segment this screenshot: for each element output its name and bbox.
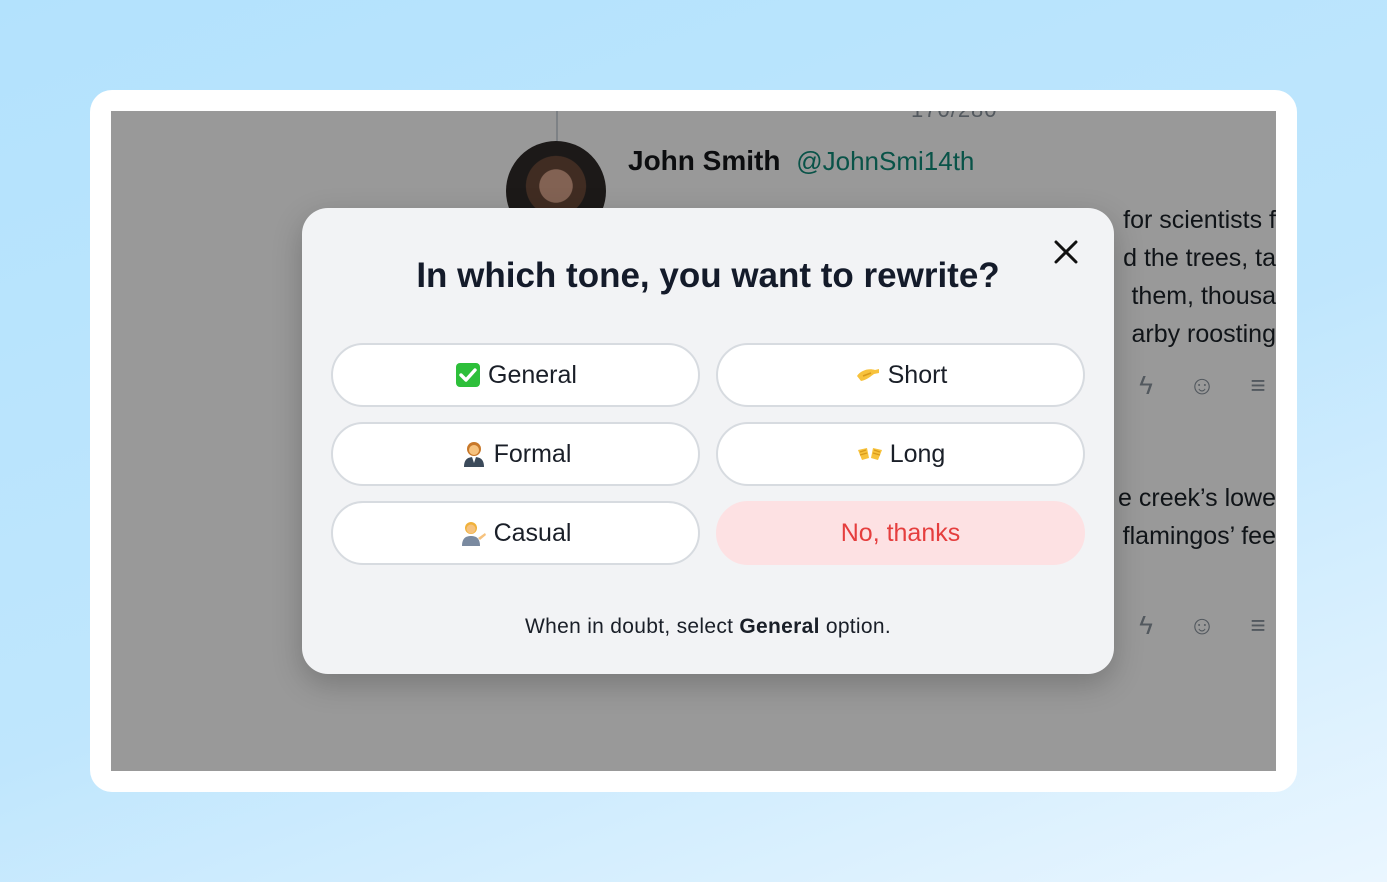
office-worker-icon bbox=[460, 440, 488, 468]
pinching-hand-icon bbox=[854, 361, 882, 389]
tone-options: General Short Formal Long Casual No, tha… bbox=[331, 343, 1086, 565]
tone-general-button[interactable]: General bbox=[331, 343, 700, 407]
tone-label: Long bbox=[889, 439, 946, 468]
check-mark-icon bbox=[454, 361, 482, 389]
dialog-hint: When in doubt, select General option. bbox=[302, 615, 1114, 639]
open-hands-icon bbox=[856, 440, 884, 468]
tone-short-button[interactable]: Short bbox=[716, 343, 1085, 407]
dialog-title: In which tone, you want to rewrite? bbox=[416, 256, 1000, 295]
tone-label: Short bbox=[887, 360, 948, 389]
person-tipping-hand-icon bbox=[460, 519, 488, 547]
no-thanks-button[interactable]: No, thanks bbox=[716, 501, 1085, 565]
tone-long-button[interactable]: Long bbox=[716, 422, 1085, 486]
tone-label: General bbox=[488, 360, 577, 389]
hint-bold: General bbox=[739, 615, 820, 638]
hint-suffix: option. bbox=[819, 615, 891, 638]
tone-label: Casual bbox=[493, 518, 572, 547]
tone-dialog: In which tone, you want to rewrite? Gene… bbox=[302, 208, 1114, 674]
tone-formal-button[interactable]: Formal bbox=[331, 422, 700, 486]
hint-prefix: When in doubt, select bbox=[525, 615, 740, 638]
tone-casual-button[interactable]: Casual bbox=[331, 501, 700, 565]
tone-label: Formal bbox=[493, 439, 572, 468]
